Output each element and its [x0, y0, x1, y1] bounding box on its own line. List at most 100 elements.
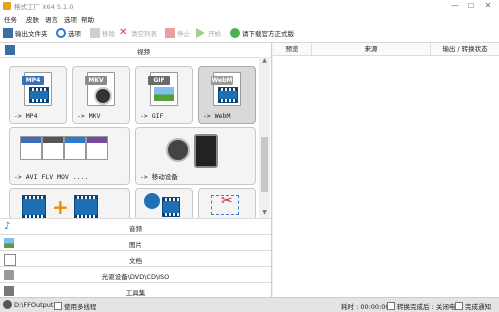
mp4-file-icon: MP4	[22, 72, 52, 106]
download-label: 请下载官方正式版	[242, 30, 294, 38]
title-bar: 格式工厂 X64 5.1.0 — ☐ ✕	[0, 0, 499, 12]
output-path: D:\FFOutput	[14, 301, 54, 309]
category-disc-device[interactable]: 光驱设备\DVD\CD\ISO	[0, 266, 271, 283]
tile-mp4[interactable]: MP4 -> MP4	[9, 66, 67, 124]
phone-icon	[194, 134, 218, 168]
output-folder-label: 输出文件夹	[15, 30, 48, 38]
notify-label: 完成通知	[465, 303, 491, 311]
menu-language[interactable]: 语言	[45, 14, 58, 24]
status-bar: D:\FFOutput 使用多线程 耗时 : 00:00:00 转换完成后 : …	[0, 297, 499, 312]
folder-open-icon[interactable]	[3, 300, 12, 309]
remove-icon	[90, 28, 100, 38]
tile-gif-label: -> GIF	[140, 112, 164, 120]
plus-icon: +	[52, 195, 69, 219]
stop-button[interactable]: 停止	[165, 27, 190, 39]
avi-file-icon	[20, 136, 42, 160]
column-preview[interactable]: 预览	[273, 43, 312, 56]
checkbox-icon	[54, 302, 62, 310]
clear-list-icon: ✕	[119, 27, 128, 38]
tile-mobile-device[interactable]: -> 移动设备	[135, 127, 256, 185]
column-source[interactable]: 来源	[312, 43, 431, 56]
tile-webm-label: -> WebM	[203, 112, 231, 120]
tile-video-joiner[interactable]: +	[9, 188, 130, 220]
film-icon	[22, 195, 46, 219]
output-folder-button[interactable]: 输出文件夹	[3, 27, 48, 39]
film-icon	[218, 87, 238, 103]
flv-file-icon	[42, 136, 64, 160]
tile-mkv[interactable]: MKV -> MKV	[72, 66, 130, 124]
category-toolbox[interactable]: 工具集	[0, 282, 271, 298]
menu-skin[interactable]: 皮肤	[26, 14, 39, 24]
category-audio-label: 音频	[129, 225, 142, 233]
after-convert-label: 转换完成后 : 关闭电脑	[397, 303, 462, 311]
category-document-label: 文档	[129, 257, 142, 265]
scrollbar-thumb[interactable]	[261, 137, 268, 192]
tile-video-crop[interactable]: ✂	[198, 188, 256, 220]
start-label: 开始	[208, 30, 221, 38]
mp4-badge: MP4	[22, 76, 44, 85]
remove-label: 移除	[102, 30, 115, 38]
notify-checkbox[interactable]: 完成通知	[455, 301, 491, 311]
options-label: 选项	[68, 30, 81, 38]
scissors-icon: ✂	[221, 193, 233, 209]
scroll-down-icon[interactable]: ▼	[259, 209, 270, 218]
tile-mp4-label: -> MP4	[14, 112, 38, 120]
menu-help[interactable]: 帮助	[81, 14, 94, 24]
maximize-button[interactable]: ☐	[464, 1, 478, 11]
multithread-checkbox[interactable]: 使用多线程	[54, 301, 97, 311]
gif-badge: GIF	[148, 76, 170, 85]
after-convert-checkbox[interactable]: 转换完成后 : 关闭电脑	[387, 301, 462, 311]
landscape-icon	[154, 87, 174, 101]
remove-button[interactable]: 移除	[90, 27, 115, 39]
output-folder-icon	[3, 28, 13, 38]
film-icon	[29, 87, 49, 103]
tile-gif[interactable]: GIF -> GIF	[135, 66, 193, 124]
film-icon	[74, 195, 98, 219]
task-list[interactable]: 预览 来源 输出 / 转换状态	[273, 43, 499, 297]
download-official-button[interactable]: 请下载官方正式版	[230, 27, 294, 39]
category-disc-device-label: 光驱设备\DVD\CD\ISO	[101, 273, 170, 281]
tile-avi-flv-mov[interactable]: -> AVI FLV MOV ....	[9, 127, 130, 185]
options-icon	[56, 28, 66, 38]
webm-badge: WebM	[211, 76, 233, 85]
vob-file-icon	[86, 136, 108, 160]
clear-list-label: 清空列表	[131, 30, 157, 38]
disc-icon	[166, 138, 190, 162]
checkbox-icon	[387, 302, 395, 310]
checkbox-icon	[455, 302, 463, 310]
category-document[interactable]: 文档	[0, 250, 271, 267]
tiles-scrollbar[interactable]: ▲ ▼	[259, 57, 270, 218]
mkv-badge: MKV	[85, 76, 107, 85]
options-button[interactable]: 选项	[56, 27, 81, 39]
tile-webm[interactable]: WebM -> WebM	[198, 66, 256, 124]
menu-options[interactable]: 选项	[64, 14, 77, 24]
video-section-header[interactable]: 视频	[0, 43, 271, 58]
reel-icon	[144, 193, 160, 209]
clear-list-button[interactable]: ✕ 清空列表	[119, 27, 157, 39]
video-section-title: 视频	[137, 48, 150, 56]
stop-label: 停止	[177, 30, 190, 38]
scroll-up-icon[interactable]: ▲	[259, 57, 270, 66]
elapsed-time: 耗时 : 00:00:00	[341, 303, 390, 311]
toolbar: 输出文件夹 选项 移除 ✕ 清空列表 停止 开始 请下载官方正式版	[0, 24, 499, 43]
column-output-status[interactable]: 输出 / 转换状态	[431, 43, 499, 56]
conversion-panel: 视频 MP4 -> MP4 MKV -> MKV GIF -> GIF WebM…	[0, 43, 272, 298]
category-image-label: 图片	[129, 241, 142, 249]
gif-file-icon: GIF	[148, 72, 178, 106]
category-audio[interactable]: ♪ 音频	[0, 218, 271, 235]
tile-avi-flv-mov-label: -> AVI FLV MOV ....	[14, 173, 89, 181]
camera-lens-icon	[94, 87, 112, 105]
tile-video-mux[interactable]	[135, 188, 193, 220]
category-toolbox-label: 工具集	[125, 289, 146, 297]
close-button[interactable]: ✕	[481, 1, 495, 11]
film-icon	[162, 197, 180, 217]
tile-mkv-label: -> MKV	[77, 112, 101, 120]
minimize-button[interactable]: —	[448, 1, 462, 11]
video-icon	[5, 45, 15, 55]
start-button[interactable]: 开始	[196, 27, 221, 39]
category-image[interactable]: 图片	[0, 234, 271, 251]
menu-task[interactable]: 任务	[4, 14, 17, 24]
play-icon	[196, 28, 205, 38]
menu-bar: 任务 皮肤 语言 选项 帮助	[0, 12, 499, 24]
webm-file-icon: WebM	[211, 72, 241, 106]
